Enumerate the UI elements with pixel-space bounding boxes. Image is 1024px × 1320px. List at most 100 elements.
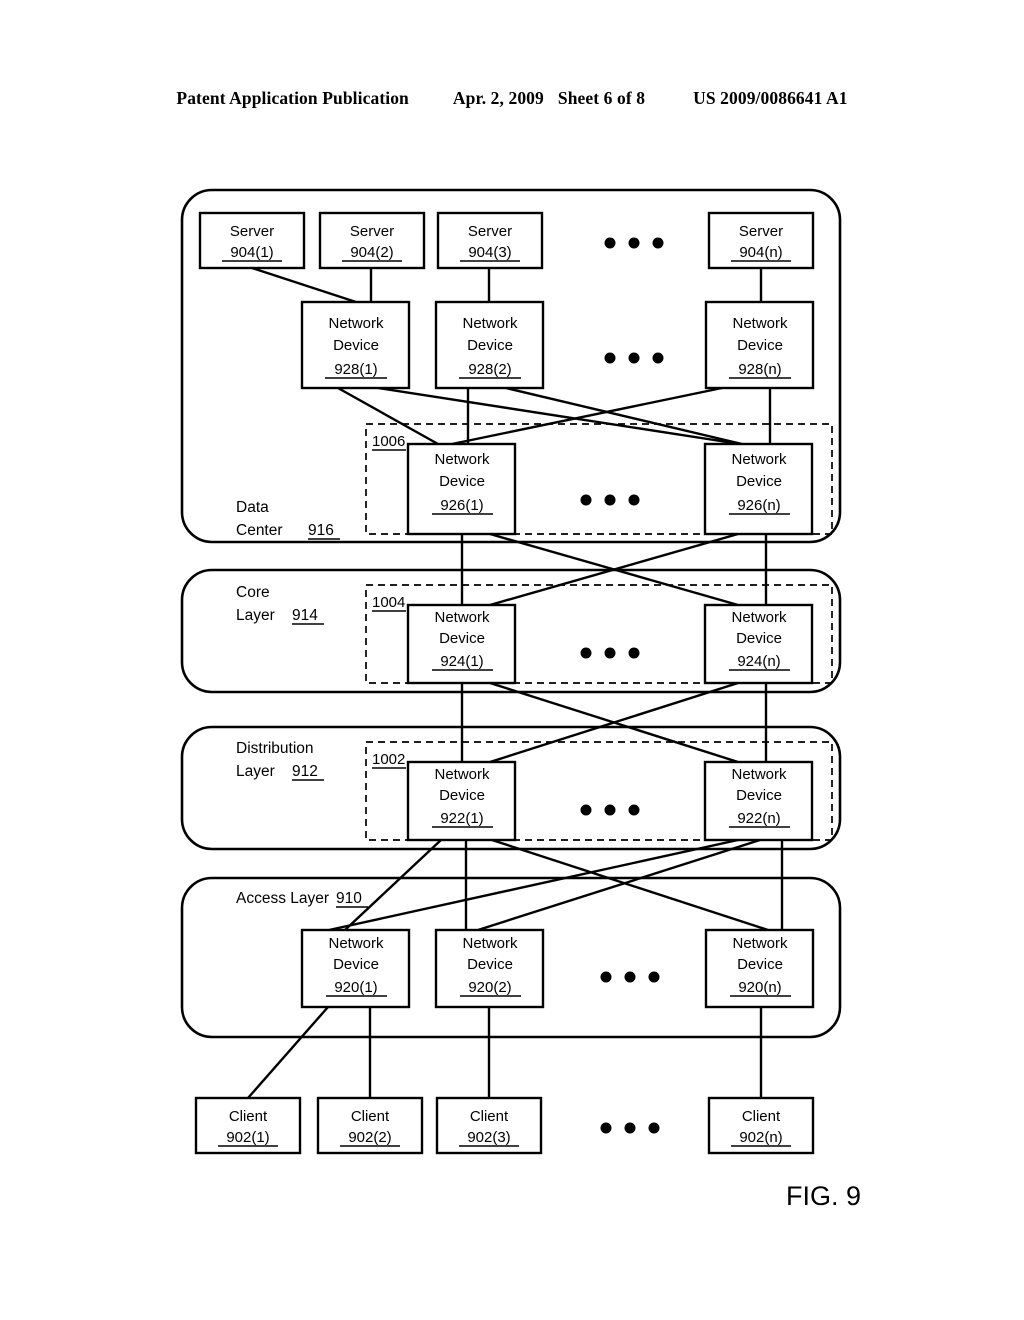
dashed-group-ref: 1004 <box>372 594 405 611</box>
node-type-label: Server <box>350 223 394 240</box>
node-server-904-2[interactable]: Server 904(2) <box>318 211 426 270</box>
ellipsis-926-row <box>580 494 640 506</box>
node-type-line2: Device <box>439 630 485 647</box>
node-type-line2: Device <box>333 337 379 354</box>
node-type-line1: Network <box>434 451 490 468</box>
node-network-device-924-n[interactable]: Network Device 924(n) <box>703 603 814 685</box>
ellipsis-client-row <box>600 1122 660 1134</box>
region-label-data-center: Data Center 916 <box>236 499 340 540</box>
region-label-line1: Distribution <box>236 740 314 757</box>
node-type-line1: Network <box>434 766 490 783</box>
node-network-device-920-n[interactable]: Network Device 920(n) <box>704 928 815 1009</box>
node-type-label: Client <box>470 1108 509 1125</box>
ellipsis-server-row <box>604 237 664 249</box>
node-network-device-924-1[interactable]: Network Device 924(1) <box>406 603 517 685</box>
region-label-line1: Access Layer <box>236 890 329 907</box>
region-ref: 912 <box>292 763 318 780</box>
node-network-device-920-2[interactable]: Network Device 920(2) <box>434 928 545 1009</box>
node-type-line1: Network <box>434 609 490 626</box>
node-ref: 902(n) <box>739 1129 782 1146</box>
node-type-line2: Device <box>737 337 783 354</box>
node-ref: 924(1) <box>440 653 483 670</box>
node-type-line2: Device <box>737 956 783 973</box>
region-label-line1: Core <box>236 584 270 601</box>
node-ref: 904(n) <box>739 244 782 261</box>
node-network-device-928-2[interactable]: Network Device 928(2) <box>434 300 545 390</box>
figure-9-diagram: Server 904(1) Server 904(2) Server 904(3… <box>0 0 1024 1320</box>
node-client-902-3[interactable]: Client 902(3) <box>435 1096 543 1155</box>
figure-caption: FIG. 9 <box>786 1181 861 1211</box>
dashed-group-1004-label: 1004 <box>372 594 406 612</box>
node-ref: 928(2) <box>468 361 511 378</box>
node-ref: 922(n) <box>737 810 780 827</box>
node-ref: 902(1) <box>226 1129 269 1146</box>
node-server-904-3[interactable]: Server 904(3) <box>436 211 544 270</box>
node-ref: 926(1) <box>440 497 483 514</box>
region-label-line2: Layer <box>236 763 275 780</box>
node-ref: 920(2) <box>468 979 511 996</box>
node-type-line1: Network <box>462 315 518 332</box>
dashed-group-1006-label: 1006 <box>372 433 406 451</box>
region-label-core-layer: Core Layer 914 <box>236 584 324 625</box>
links-920-to-clients <box>247 1006 763 1099</box>
node-ref: 928(1) <box>334 361 377 378</box>
node-ref: 902(3) <box>467 1129 510 1146</box>
node-type-line1: Network <box>732 315 788 332</box>
node-type-line2: Device <box>736 787 782 804</box>
node-type-line2: Device <box>333 956 379 973</box>
node-client-902-1[interactable]: Client 902(1) <box>194 1096 302 1155</box>
node-network-device-928-n[interactable]: Network Device 928(n) <box>704 300 815 390</box>
region-ref: 910 <box>336 890 362 907</box>
node-type-line1: Network <box>328 935 384 952</box>
ellipsis-922-row <box>580 804 640 816</box>
region-label-distribution-layer: Distribution Layer 912 <box>236 740 324 781</box>
node-network-device-928-1[interactable]: Network Device 928(1) <box>300 300 411 390</box>
node-type-line2: Device <box>467 956 513 973</box>
node-network-device-922-1[interactable]: Network Device 922(1) <box>406 760 517 842</box>
node-server-904-n[interactable]: Server 904(n) <box>707 211 815 270</box>
links-server-to-928 <box>251 266 763 304</box>
node-type-line1: Network <box>732 935 788 952</box>
node-type-line1: Network <box>731 609 787 626</box>
region-ref: 914 <box>292 607 318 624</box>
node-ref: 920(1) <box>334 979 377 996</box>
node-type-line2: Device <box>736 630 782 647</box>
node-type-line2: Device <box>467 337 513 354</box>
node-network-device-926-n[interactable]: Network Device 926(n) <box>703 442 814 536</box>
node-client-902-2[interactable]: Client 902(2) <box>316 1096 424 1155</box>
ellipsis-920-row <box>600 971 660 983</box>
node-type-label: Server <box>468 223 512 240</box>
node-type-line1: Network <box>462 935 518 952</box>
node-type-line1: Network <box>731 766 787 783</box>
links-924-to-922 <box>460 681 768 764</box>
ellipsis-924-row <box>580 647 640 659</box>
node-client-902-n[interactable]: Client 902(n) <box>707 1096 815 1155</box>
node-type-line2: Device <box>439 473 485 490</box>
node-ref: 922(1) <box>440 810 483 827</box>
dashed-group-ref: 1006 <box>372 433 405 450</box>
region-label-line2: Center <box>236 522 283 539</box>
region-label-line2: Layer <box>236 607 275 624</box>
node-ref: 924(n) <box>737 653 780 670</box>
links-922-to-920 <box>328 838 784 932</box>
node-ref: 926(n) <box>737 497 780 514</box>
region-ref: 916 <box>308 522 334 539</box>
node-ref: 928(n) <box>738 361 781 378</box>
node-network-device-920-1[interactable]: Network Device 920(1) <box>300 928 411 1009</box>
node-network-device-922-n[interactable]: Network Device 922(n) <box>703 760 814 842</box>
node-type-line1: Network <box>328 315 384 332</box>
node-type-label: Server <box>230 223 274 240</box>
node-type-label: Client <box>351 1108 390 1125</box>
node-type-line2: Device <box>736 473 782 490</box>
node-type-label: Client <box>229 1108 268 1125</box>
node-ref: 920(n) <box>738 979 781 996</box>
dashed-group-1002-label: 1002 <box>372 751 406 769</box>
dashed-group-ref: 1002 <box>372 751 405 768</box>
node-server-904-1[interactable]: Server 904(1) <box>198 211 306 270</box>
node-network-device-926-1[interactable]: Network Device 926(1) <box>406 442 517 536</box>
region-label-access-layer: Access Layer 910 <box>236 890 368 908</box>
region-label-line1: Data <box>236 499 269 516</box>
node-type-label: Client <box>742 1108 781 1125</box>
node-ref: 904(1) <box>230 244 273 261</box>
node-ref: 904(3) <box>468 244 511 261</box>
